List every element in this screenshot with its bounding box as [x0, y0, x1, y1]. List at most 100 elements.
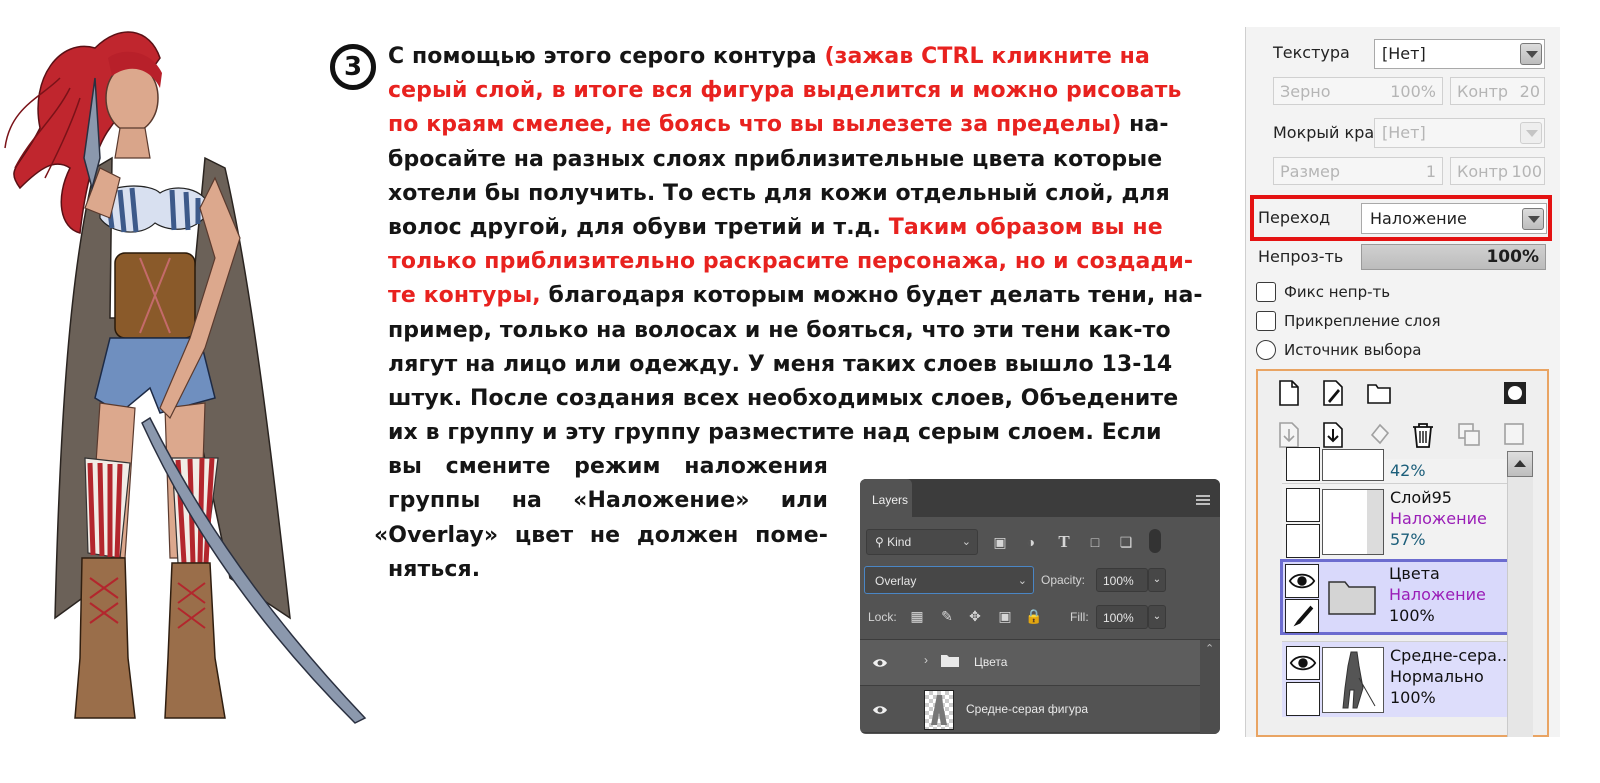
visibility-eye-icon[interactable]: [872, 702, 888, 718]
layer-row-group[interactable]: › Цвета: [860, 640, 1200, 686]
new-folder-icon[interactable]: [1366, 379, 1392, 407]
type-filter-icon[interactable]: T: [1055, 533, 1073, 551]
merge-down-icon[interactable]: [1320, 421, 1346, 449]
layer-lock-box[interactable]: [1286, 682, 1320, 716]
body-text: пример, только на волосах и не бояться, …: [388, 317, 1171, 343]
grain-value: 100%: [1390, 82, 1436, 101]
article-line: С помощью этого серого контура (зажав CT…: [388, 40, 1228, 74]
opacity-input[interactable]: 100%: [1096, 568, 1148, 592]
grain-field[interactable]: Зерно 100%: [1273, 77, 1443, 105]
highlighted-text: Таким образом вы не: [888, 214, 1163, 240]
lock-artboard-icon[interactable]: ▣: [996, 607, 1014, 625]
wet-edge-value: [Нет]: [1382, 123, 1426, 142]
layer-visibility-box[interactable]: [1286, 447, 1320, 481]
flatten-icon[interactable]: [1502, 421, 1528, 449]
body-text: штук. После создания всех необходимых сл…: [388, 385, 1179, 411]
layers-scrollbar-track[interactable]: [1507, 477, 1533, 737]
filter-toggle-switch[interactable]: [1149, 529, 1161, 553]
article-line: волос другой, для обуви третий и т.д. Та…: [388, 211, 1228, 245]
preserve-opacity-label: Фикс непр-ть: [1284, 283, 1391, 301]
highlighted-text: серый слой, в итоге вся фигура выделится…: [388, 78, 1182, 104]
blend-mode-dropdown[interactable]: Наложение: [1361, 203, 1547, 234]
article-line: хотели бы получить. То есть для кожи отд…: [388, 177, 1228, 211]
tab-layers[interactable]: Layers: [860, 479, 912, 519]
boot-right: [164, 562, 226, 719]
blend-mode-dropdown[interactable]: Overlay ⌄: [864, 566, 1034, 594]
panel-scrollbar[interactable]: ⌃: [1200, 640, 1220, 734]
layer-name: Слой95: [1390, 488, 1452, 507]
layer-thumbnail: [924, 690, 954, 730]
article-line: только приблизительно раскрасите персона…: [388, 245, 1228, 279]
lock-brush-icon[interactable]: ✎: [938, 607, 956, 625]
chevron-down-icon: ⌄: [961, 536, 971, 548]
layer-row-tsveta[interactable]: Цвета Наложение 100%: [1280, 559, 1516, 635]
expand-chevron-icon[interactable]: ›: [924, 653, 928, 667]
panel-menu-icon[interactable]: [1196, 495, 1210, 507]
layer-visibility-box[interactable]: [1286, 488, 1320, 522]
size-field[interactable]: Размер 1: [1273, 157, 1443, 185]
opacity-dropdown-chevron[interactable]: ⌄: [1148, 568, 1166, 592]
brush-icon[interactable]: [1285, 599, 1319, 633]
merge-visible-icon[interactable]: [1456, 421, 1482, 449]
layer-opacity: 100%: [1390, 688, 1436, 707]
texture-dropdown[interactable]: [Нет]: [1374, 39, 1545, 69]
layer-mask-icon[interactable]: [1502, 379, 1528, 407]
step-number-badge: 3: [330, 44, 376, 90]
layer-lock-box[interactable]: [1286, 524, 1320, 558]
fill-input[interactable]: 100%: [1096, 605, 1148, 629]
lock-transparency-icon[interactable]: ▦: [908, 607, 926, 625]
scroll-up-button[interactable]: [1507, 451, 1533, 477]
layer-filter-dropdown[interactable]: ⚲ Kind ⌄: [866, 529, 978, 555]
opacity-value: 100%: [1486, 247, 1539, 267]
opacity-label: Opacity:: [1041, 573, 1086, 587]
layer-row-figure[interactable]: Средне-сера... Нормально 100%: [1282, 641, 1518, 717]
visibility-eye-icon[interactable]: [872, 655, 888, 671]
contrast2-field[interactable]: Контр 100: [1450, 157, 1545, 185]
clipping-group-checkbox[interactable]: [1256, 311, 1276, 331]
layers-area: 42% Слой95 Наложение 57% Цвета Наложение…: [1256, 369, 1549, 737]
article-line: лягут на лицо или одежду. У меня таких с…: [388, 348, 1228, 382]
new-linework-layer-icon[interactable]: [1320, 379, 1346, 407]
body-text: бросайте на разных слоях приблизительные…: [388, 146, 1163, 172]
layer-thumbnail: [1322, 647, 1384, 713]
adjustment-filter-icon[interactable]: ◑: [1022, 533, 1040, 551]
chevron-down-icon[interactable]: [1522, 208, 1544, 230]
contrast-field[interactable]: Контр 20: [1450, 77, 1545, 105]
shape-filter-icon[interactable]: □: [1086, 533, 1104, 551]
layer-name: Средне-серая фигура: [966, 702, 1089, 716]
transfer-down-icon[interactable]: [1276, 421, 1302, 449]
visibility-eye-icon[interactable]: [1285, 564, 1319, 598]
chevron-down-icon[interactable]: [1520, 122, 1542, 144]
highlighted-text: только приблизительно раскрасите персона…: [388, 249, 1194, 275]
fill-dropdown-chevron[interactable]: ⌄: [1148, 605, 1166, 629]
scroll-up-icon[interactable]: ⌃: [1205, 642, 1214, 655]
smart-object-filter-icon[interactable]: ❏: [1117, 533, 1135, 551]
chevron-down-icon[interactable]: [1520, 43, 1542, 65]
layer-row-figure[interactable]: Средне-серая фигура: [860, 687, 1200, 733]
article-line: группы на «Наложение» или: [388, 488, 828, 514]
contrast2-label: Контр: [1457, 162, 1509, 181]
layer-name: Средне-сера...: [1390, 646, 1513, 665]
layer-thumbnail: [1322, 449, 1384, 481]
wet-edge-dropdown[interactable]: [Нет]: [1374, 118, 1545, 148]
layer-name: Цвета: [1389, 564, 1440, 583]
character-illustration: [4, 31, 367, 724]
body-text: на-: [1121, 112, 1169, 138]
highlighted-text: те контуры,: [388, 283, 541, 309]
clear-layer-icon[interactable]: [1366, 421, 1392, 449]
body-text: их в группу и эту группу разместите над …: [388, 420, 1162, 446]
layer-row-partial[interactable]: 42%: [1282, 447, 1518, 483]
layer-row-sloi95[interactable]: Слой95 Наложение 57%: [1282, 483, 1518, 559]
visibility-eye-icon[interactable]: [1286, 646, 1320, 680]
opacity-slider[interactable]: 100%: [1361, 244, 1546, 270]
delete-layer-icon[interactable]: [1410, 421, 1436, 449]
folder-icon: [941, 655, 959, 667]
image-filter-icon[interactable]: ▣: [991, 533, 1009, 551]
preserve-opacity-checkbox[interactable]: [1256, 282, 1276, 302]
new-layer-icon[interactable]: [1276, 379, 1302, 407]
selection-source-radio[interactable]: [1256, 340, 1276, 360]
layer-blend-mode: Нормально: [1390, 667, 1484, 686]
lock-all-icon[interactable]: 🔒: [1025, 607, 1043, 625]
boot-left: [74, 557, 136, 719]
lock-move-icon[interactable]: ✥: [966, 607, 984, 625]
